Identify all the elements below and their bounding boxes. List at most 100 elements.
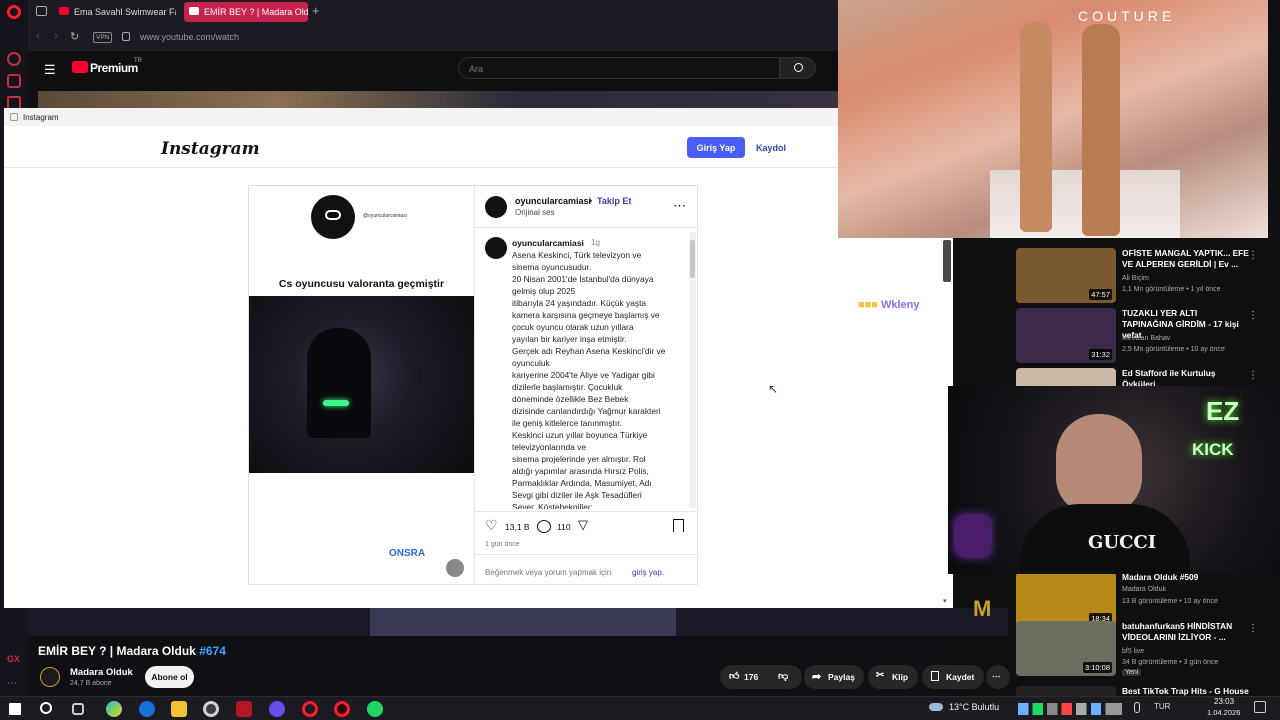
more-options-icon[interactable]: ⋯	[673, 198, 686, 214]
youtube-favicon-icon	[59, 7, 69, 15]
clock-time[interactable]: 23:03	[1214, 697, 1234, 706]
scrollbar-thumb[interactable]	[690, 240, 695, 278]
caption-scrollbar[interactable]	[689, 232, 696, 508]
streamer-face	[1056, 414, 1142, 514]
menu-icon[interactable]: ☰	[44, 62, 56, 78]
rec-item[interactable]: 18:34 Madara Olduk #509 Madara Olduk 13 …	[1016, 570, 1280, 627]
file-explorer-icon[interactable]	[171, 701, 187, 717]
video-hashtag[interactable]: #674	[199, 644, 226, 658]
like-button[interactable]: 👍︎ 176 👎︎	[720, 665, 802, 689]
streamer-webcam: GUCCI EZ KICK	[948, 386, 1280, 574]
mute-icon[interactable]	[446, 559, 464, 577]
clip-button[interactable]: ✂ Klip	[868, 665, 918, 689]
mouse-cursor-icon: ↖	[768, 382, 779, 396]
runway-video-overlay: COUTURE	[838, 0, 1268, 238]
search-input[interactable]: Ara	[458, 57, 780, 79]
rec-item[interactable]: 3:10:08 batuhanfurkan5 HİNDİSTAN VİDEOLA…	[1016, 619, 1280, 676]
rec-item[interactable]: 31:32 TUZAKLI YER ALTI TAPINAĞINA GİRDİM…	[1016, 306, 1280, 363]
media-video-frame[interactable]	[249, 296, 474, 473]
save-button[interactable]: Kaydet	[922, 665, 984, 689]
premium-logo-text[interactable]: Premium	[90, 61, 138, 75]
windows-taskbar: 13°C Bulutlu TUR 23:03 1.04.2026	[0, 696, 1280, 720]
system-tray-icons[interactable]	[1018, 703, 1122, 715]
rec-item[interactable]: 47:57 OFİSTE MANGAL YAPTIK... EFE VE ALP…	[1016, 246, 1280, 303]
model-figure-right	[1082, 24, 1120, 236]
rec-thumbnail[interactable]	[1016, 368, 1116, 386]
opera-logo-icon[interactable]	[7, 5, 21, 19]
audio-label[interactable]: Orijinal ses	[515, 208, 555, 217]
new-tab-plus-icon[interactable]: +	[312, 3, 320, 18]
gx-icon[interactable]: GX	[7, 654, 21, 668]
language-indicator[interactable]: TUR	[1154, 702, 1170, 711]
channel-name[interactable]: Madara Olduk	[70, 667, 133, 678]
microphone-icon[interactable]	[1134, 702, 1140, 713]
reload-icon[interactable]: ↻	[70, 30, 79, 43]
rec-more-icon[interactable]: ⋮	[1248, 370, 1258, 381]
rec-thumbnail[interactable]	[1016, 686, 1116, 696]
more-icon[interactable]: ⋯	[7, 678, 21, 692]
rec-thumbnail[interactable]: 47:57	[1016, 248, 1116, 303]
opera-icon[interactable]	[302, 701, 318, 717]
tab-islands-icon[interactable]	[36, 6, 47, 16]
video-player-bottom[interactable]: M	[28, 596, 1008, 636]
instagram-favicon-icon	[10, 113, 18, 121]
voice-app-icon[interactable]	[236, 701, 252, 717]
weather-text[interactable]: 13°C Bulutlu	[949, 702, 999, 712]
subscribe-button[interactable]: Abone ol	[145, 666, 194, 688]
caption-username[interactable]: oyuncularcamiasi	[512, 238, 584, 248]
speed-dial-icon[interactable]	[7, 52, 21, 66]
rec-more-icon[interactable]: ⋮	[1248, 310, 1258, 321]
share-button[interactable]: ➦ Paylaş	[804, 665, 864, 689]
thumbs-up-icon: 👍︎	[729, 671, 740, 682]
forward-icon[interactable]: ›	[54, 30, 58, 42]
opera-gx-active-icon[interactable]	[203, 701, 219, 717]
task-view-icon[interactable]	[72, 703, 84, 715]
aria-icon[interactable]	[7, 74, 21, 88]
follow-link[interactable]: Takip Et	[597, 196, 631, 206]
caption-avatar[interactable]	[485, 237, 507, 259]
windows-start-icon[interactable]	[9, 703, 21, 715]
video-preview-top	[38, 91, 838, 108]
copilot-icon[interactable]	[106, 701, 122, 717]
signup-link[interactable]: Kaydol	[756, 143, 786, 153]
rec-item[interactable]: Ed Stafford ile Kurtuluş Öyküleri ⋮	[1016, 366, 1280, 386]
rec-more-icon[interactable]: ⋮	[1248, 250, 1258, 261]
url-field[interactable]: www.youtube.com/watch	[140, 32, 239, 42]
bookmark-icon[interactable]	[673, 519, 684, 532]
author-avatar[interactable]	[485, 196, 507, 218]
post-time: 1 gün önce	[485, 541, 520, 548]
rec-more-icon[interactable]: ⋮	[1248, 623, 1258, 634]
like-heart-icon[interactable]: ♡	[485, 518, 499, 532]
caption-text: Asena Keskinci, Türk televizyon ve sinem…	[512, 250, 666, 509]
window-scroll-down-icon[interactable]: ▾	[943, 597, 947, 605]
back-icon[interactable]: ‹	[36, 30, 40, 42]
tab-swimwear[interactable]: Ema Savahl Swimwear Fas	[54, 2, 176, 22]
search-button[interactable]	[780, 57, 816, 79]
instagram-logo[interactable]: Instagram	[161, 139, 260, 159]
share-arrow-icon: ➦	[812, 671, 822, 683]
rec-thumbnail[interactable]: 3:10:08	[1016, 621, 1116, 676]
notifications-icon[interactable]	[1254, 701, 1266, 713]
tab-madara[interactable]: EMİR BEY ? | Madara Olduk	[184, 2, 308, 22]
opera-gx-icon[interactable]	[334, 701, 350, 717]
cloud-icon	[929, 703, 943, 711]
edge-icon[interactable]	[139, 701, 155, 717]
author-username[interactable]: oyuncularcamiasi	[515, 196, 591, 206]
page-scrollbar-thumb[interactable]	[943, 240, 951, 282]
vpn-badge[interactable]: VPN	[93, 32, 113, 43]
discord-icon[interactable]	[269, 701, 285, 717]
login-prompt-link[interactable]: giriş yap.	[632, 568, 664, 577]
share-icon[interactable]: ▽	[578, 517, 588, 533]
rec-item[interactable]: Best TikTok Trap Hits - G House	[1016, 684, 1280, 696]
spotify-icon[interactable]	[367, 701, 383, 717]
rec-thumbnail[interactable]: 31:32	[1016, 308, 1116, 363]
post-media[interactable]: @oyuncularcamiasi Cs oyuncusu valoranta …	[249, 186, 474, 584]
login-button[interactable]: Giriş Yap	[687, 137, 745, 158]
clock-date[interactable]: 1.04.2026	[1207, 708, 1240, 717]
comment-icon[interactable]	[537, 520, 551, 533]
thumbs-down-icon[interactable]: 👎︎	[778, 670, 788, 682]
youtube-logo-icon[interactable]	[72, 61, 88, 73]
channel-avatar[interactable]	[40, 667, 60, 687]
more-actions-button[interactable]: ⋯	[986, 665, 1010, 689]
taskbar-search-icon[interactable]	[40, 702, 52, 714]
